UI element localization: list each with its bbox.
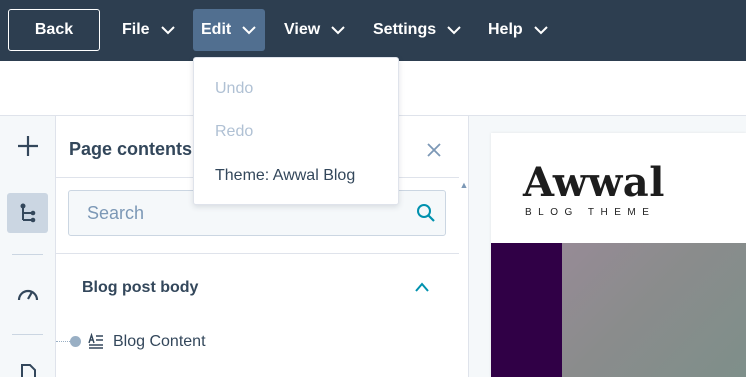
menu-view-label: View [284,21,321,38]
hero-image [491,243,746,377]
tree-connector [56,341,70,342]
tree-icon [20,203,35,223]
menu-help[interactable]: Help [480,9,557,51]
text-block-icon [88,333,103,349]
chevron-down-icon [447,26,461,35]
menu-item-theme[interactable]: Theme: Awwal Blog [215,167,355,185]
drag-handle[interactable] [70,336,81,347]
brand-tagline: BLOG THEME [525,207,656,218]
edit-dropdown-menu: Undo Redo Theme: Awwal Blog [193,57,399,205]
menu-edit[interactable]: Edit [193,9,266,51]
brand-name: Awwal [523,159,665,206]
section-header-blog-post-body[interactable]: Blog post body [56,254,459,320]
add-module-button[interactable] [7,126,48,166]
preview-page[interactable]: Awwal BLOG THEME [491,133,746,377]
tree-item-label: Blog Content [113,333,206,350]
rail-divider [12,334,43,335]
menu-file-label: File [122,21,150,38]
tree-item-blog-content[interactable]: Blog Content [56,326,459,358]
chevron-down-icon [331,26,345,35]
plus-icon [17,136,38,156]
menu-file[interactable]: File [114,9,184,51]
menu-edit-label: Edit [201,21,232,38]
chevron-up-icon [415,282,429,292]
back-button[interactable]: Back [8,9,100,51]
top-menu-bar: Back File Edit View Settings Help [0,0,746,61]
page-contents-button[interactable] [7,193,48,233]
chevron-down-icon [242,26,256,35]
close-icon[interactable] [426,142,442,158]
chevron-down-icon [533,26,548,35]
menu-settings-label: Settings [373,21,437,38]
menu-help-label: Help [488,21,523,38]
chevron-down-icon [160,26,175,35]
menu-view[interactable]: View [276,9,354,51]
preview-canvas: Awwal BLOG THEME [469,116,746,377]
search-icon[interactable] [416,203,436,223]
rail-divider [12,254,43,255]
optimize-button[interactable] [7,274,48,314]
menu-item-redo[interactable]: Redo [215,123,253,141]
menu-settings[interactable]: Settings [365,9,470,51]
document-icon [20,364,36,377]
hero-stripe [491,243,562,377]
scroll-up-arrow[interactable]: ▲ [459,180,469,190]
panel-title: Page contents [69,139,193,159]
gauge-icon [17,289,38,301]
menu-item-undo[interactable]: Undo [215,80,253,98]
section-title: Blog post body [82,279,199,296]
left-icon-rail [0,116,56,377]
document-button[interactable] [7,354,48,377]
